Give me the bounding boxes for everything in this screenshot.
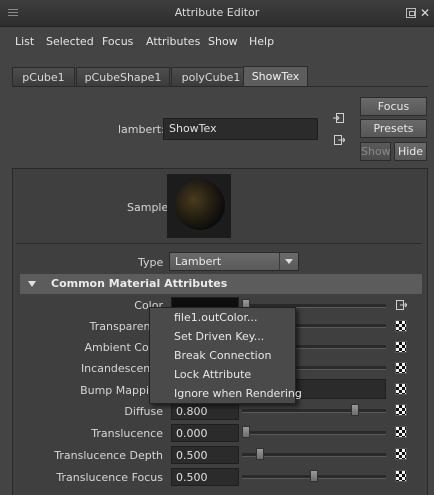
translucence-input[interactable]: 0.000 bbox=[171, 424, 239, 442]
menu-attributes[interactable]: Attributes bbox=[146, 35, 200, 48]
type-label: Type bbox=[138, 256, 164, 269]
translucence-depth-slider[interactable] bbox=[242, 448, 386, 460]
translucence-depth-input[interactable]: 0.500 bbox=[171, 446, 239, 464]
hide-button[interactable]: Hide bbox=[394, 142, 427, 161]
context-item-ignore-when-rendering[interactable]: Ignore when Rendering bbox=[174, 387, 302, 400]
chevron-down-icon bbox=[279, 253, 298, 270]
sample-divider bbox=[16, 243, 422, 244]
section-title: Common Material Attributes bbox=[51, 277, 228, 290]
presets-button[interactable]: Presets bbox=[360, 119, 427, 138]
translucence-slider[interactable] bbox=[242, 426, 386, 438]
slider-handle[interactable] bbox=[242, 426, 250, 438]
tab-pcubeshape1[interactable]: pCubeShape1 bbox=[76, 67, 170, 86]
map-button-checker-icon[interactable] bbox=[395, 341, 407, 353]
menu-focus[interactable]: Focus bbox=[102, 35, 133, 48]
map-button-checker-icon[interactable] bbox=[395, 383, 407, 395]
type-select[interactable]: Lambert bbox=[169, 252, 299, 271]
slider-handle[interactable] bbox=[310, 470, 318, 482]
context-item-set-driven-key[interactable]: Set Driven Key... bbox=[174, 330, 264, 343]
attr-label-translucence-depth: Translucence Depth bbox=[54, 449, 163, 462]
input-connection-icon[interactable] bbox=[333, 112, 345, 124]
bump-mapping-field[interactable] bbox=[290, 379, 386, 399]
diffuse-input[interactable]: 0.800 bbox=[171, 402, 239, 420]
window-title: Attribute Editor bbox=[174, 6, 260, 19]
common-material-section-header[interactable]: Common Material Attributes bbox=[20, 274, 422, 294]
menu-help[interactable]: Help bbox=[249, 35, 274, 48]
context-item-break-connection[interactable]: Break Connection bbox=[174, 349, 271, 362]
node-name-field[interactable]: ShowTex bbox=[163, 118, 318, 140]
slider-handle[interactable] bbox=[256, 448, 264, 460]
close-icon[interactable]: ✕ bbox=[420, 7, 430, 19]
map-button-checker-icon[interactable] bbox=[395, 362, 407, 374]
tab-pcube1[interactable]: pCube1 bbox=[12, 67, 75, 86]
context-menu: file1.outColor... Set Driven Key... Brea… bbox=[149, 307, 302, 404]
sample-sphere bbox=[175, 180, 225, 230]
show-button[interactable]: Show bbox=[360, 142, 391, 161]
collapse-triangle-icon bbox=[28, 281, 36, 287]
sample-label: Sample bbox=[127, 201, 169, 214]
material-sample-swatch[interactable] bbox=[167, 174, 231, 238]
restore-icon[interactable] bbox=[406, 8, 416, 18]
menu-list[interactable]: List bbox=[15, 35, 34, 48]
output-connection-icon[interactable] bbox=[333, 134, 345, 146]
context-item-connection[interactable]: file1.outColor... bbox=[174, 311, 257, 324]
attr-label-diffuse: Diffuse bbox=[124, 405, 163, 418]
attr-label-translucence-focus: Translucence Focus bbox=[56, 471, 163, 484]
map-button-checker-icon[interactable] bbox=[395, 470, 407, 482]
title-bar: Attribute Editor ✕ bbox=[0, 0, 434, 27]
map-button-checker-icon[interactable] bbox=[395, 320, 407, 332]
context-item-lock-attribute[interactable]: Lock Attribute bbox=[174, 368, 251, 381]
menu-selected[interactable]: Selected bbox=[46, 35, 94, 48]
tab-showtex[interactable]: ShowTex bbox=[243, 66, 308, 87]
node-type-label: lambert: bbox=[118, 123, 165, 136]
diffuse-slider[interactable] bbox=[242, 404, 386, 416]
focus-button[interactable]: Focus bbox=[360, 97, 427, 116]
menu-show[interactable]: Show bbox=[208, 35, 238, 48]
tab-divider bbox=[12, 86, 428, 87]
translucence-focus-slider[interactable] bbox=[242, 470, 386, 482]
type-select-value: Lambert bbox=[175, 255, 222, 268]
map-button-checker-icon[interactable] bbox=[395, 426, 407, 438]
translucence-focus-input[interactable]: 0.500 bbox=[171, 468, 239, 486]
tab-polycube1[interactable]: polyCube1 bbox=[171, 67, 251, 86]
map-button-checker-icon[interactable] bbox=[395, 448, 407, 460]
menu-bar: List Selected Focus Attributes Show Help bbox=[0, 27, 434, 55]
attr-label-translucence: Translucence bbox=[91, 427, 163, 440]
output-connection-icon[interactable] bbox=[395, 299, 407, 311]
slider-handle[interactable] bbox=[351, 404, 359, 416]
map-button-checker-icon[interactable] bbox=[395, 404, 407, 416]
